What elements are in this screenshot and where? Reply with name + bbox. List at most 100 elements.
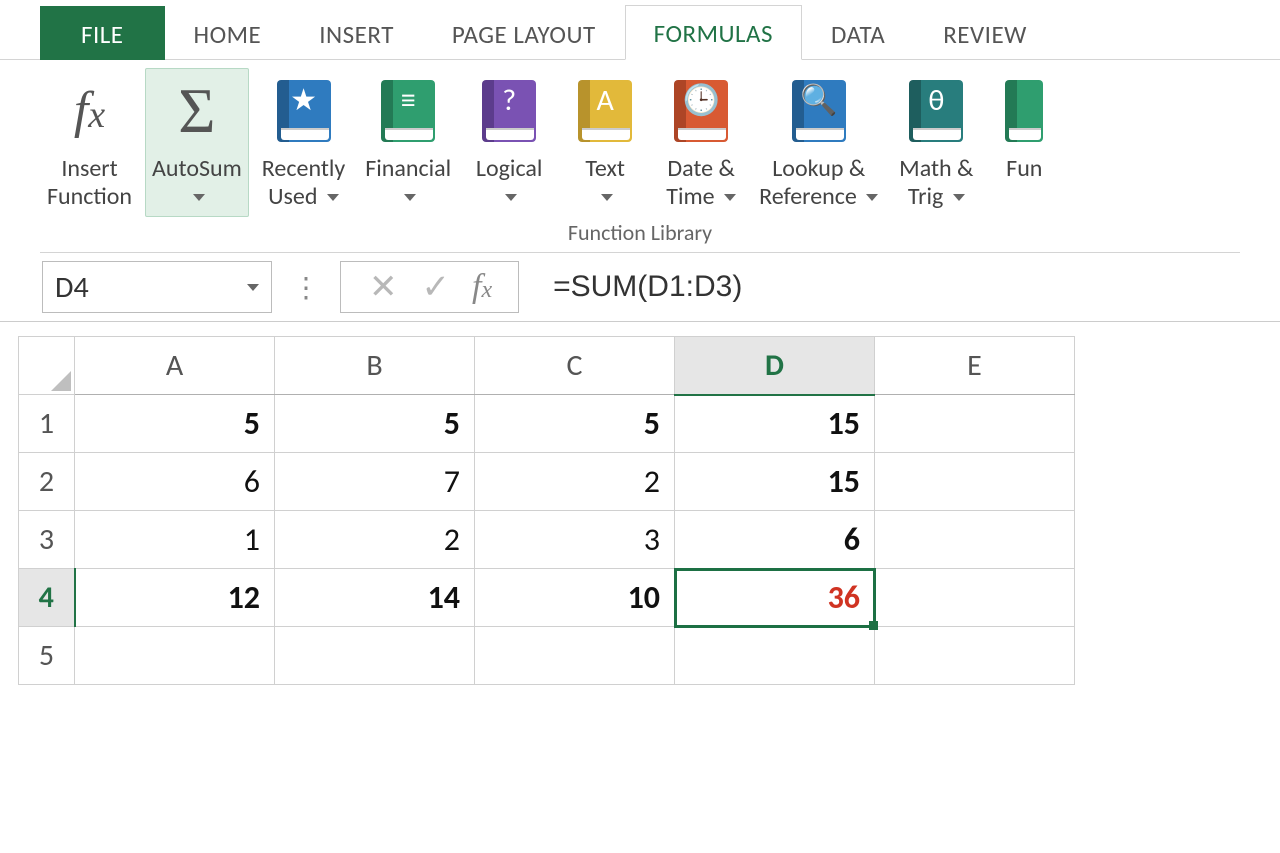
cell-E4[interactable] <box>875 569 1075 627</box>
row-header-3[interactable]: 3 <box>19 511 75 569</box>
ribbon: fx Insert Function Σ AutoSum ★ Recently … <box>0 60 1280 253</box>
cell-E5[interactable] <box>875 627 1075 685</box>
row-1: 1 5 5 5 15 <box>19 395 1075 453</box>
cell-D4[interactable]: 36 <box>675 569 875 627</box>
search-book-icon: 🔍 <box>792 80 846 142</box>
clock-book-icon: 🕒 <box>674 80 728 142</box>
tab-page-layout[interactable]: PAGE LAYOUT <box>423 6 625 60</box>
cell-D3[interactable]: 6 <box>675 511 875 569</box>
cell-D1[interactable]: 15 <box>675 395 875 453</box>
cell-B5[interactable] <box>275 627 475 685</box>
chevron-down-icon <box>327 194 339 201</box>
chevron-down-icon <box>404 194 416 201</box>
autosum-button[interactable]: Σ AutoSum <box>145 68 249 217</box>
row-header-4[interactable]: 4 <box>19 569 75 627</box>
text-button[interactable]: A Text <box>560 68 650 217</box>
formula-input[interactable] <box>537 261 1280 313</box>
tab-insert[interactable]: INSERT <box>290 6 423 60</box>
cell-C1[interactable]: 5 <box>475 395 675 453</box>
math-trig-button[interactable]: θ Math & Trig <box>891 68 981 217</box>
cell-B2[interactable]: 7 <box>275 453 475 511</box>
col-header-D[interactable]: D <box>675 337 875 395</box>
chevron-down-icon <box>953 194 965 201</box>
question-book-icon: ? <box>482 80 536 142</box>
date-time-button[interactable]: 🕒 Date & Time <box>656 68 746 217</box>
tab-formulas[interactable]: FORMULAS <box>625 5 802 60</box>
more-functions-button[interactable]: Fun <box>987 68 1061 190</box>
tab-home[interactable]: HOME <box>165 6 291 60</box>
row-header-1[interactable]: 1 <box>19 395 75 453</box>
cell-A1[interactable]: 5 <box>75 395 275 453</box>
logical-label: Logical <box>476 154 543 183</box>
chevron-down-icon <box>505 194 517 201</box>
chevron-down-icon <box>724 194 736 201</box>
date-time-label: Date & Time <box>666 154 735 211</box>
row-header-2[interactable]: 2 <box>19 453 75 511</box>
column-header-row: A B C D E <box>19 337 1075 395</box>
recently-used-button[interactable]: ★ Recently Used <box>255 68 352 217</box>
enter-icon[interactable]: ✓ <box>410 267 463 308</box>
cell-D5[interactable] <box>675 627 875 685</box>
cell-A5[interactable] <box>75 627 275 685</box>
more-functions-label: Fun <box>1006 154 1042 183</box>
financial-button[interactable]: ≡ Financial <box>358 68 458 217</box>
select-all-corner[interactable] <box>19 337 75 395</box>
cell-C2[interactable]: 2 <box>475 453 675 511</box>
fx-icon: fx <box>74 81 105 141</box>
vertical-dots-icon[interactable]: ⋮ <box>286 270 326 305</box>
cell-C4[interactable]: 10 <box>475 569 675 627</box>
col-header-C[interactable]: C <box>475 337 675 395</box>
fx-icon[interactable]: fx <box>462 268 502 306</box>
formula-bar-row: D4 ⋮ ✕ ✓ fx <box>0 253 1280 322</box>
recently-used-label: Recently Used <box>262 154 345 211</box>
text-label: Text <box>585 154 625 183</box>
cell-C5[interactable] <box>475 627 675 685</box>
lookup-reference-button[interactable]: 🔍 Lookup & Reference <box>752 68 885 217</box>
tab-file[interactable]: FILE <box>40 6 165 60</box>
row-2: 2 6 7 2 15 <box>19 453 1075 511</box>
cell-D2[interactable]: 15 <box>675 453 875 511</box>
cell-C3[interactable]: 3 <box>475 511 675 569</box>
name-box[interactable]: D4 <box>42 261 272 313</box>
insert-function-button[interactable]: fx Insert Function <box>40 68 139 217</box>
cancel-icon[interactable]: ✕ <box>357 267 410 308</box>
chevron-down-icon <box>866 194 878 201</box>
name-box-value: D4 <box>55 269 89 306</box>
theta-book-icon: θ <box>909 80 963 142</box>
chevron-down-icon[interactable] <box>247 284 259 291</box>
ribbon-tabs: FILE HOME INSERT PAGE LAYOUT FORMULAS DA… <box>0 0 1280 60</box>
ribbon-group-title: Function Library <box>40 217 1240 253</box>
letter-a-book-icon: A <box>578 80 632 142</box>
row-3: 3 1 2 3 6 <box>19 511 1075 569</box>
cell-B4[interactable]: 14 <box>275 569 475 627</box>
cell-B1[interactable]: 5 <box>275 395 475 453</box>
math-trig-label: Math & Trig <box>899 154 973 211</box>
chevron-down-icon <box>193 194 205 201</box>
logical-button[interactable]: ? Logical <box>464 68 554 217</box>
cell-E3[interactable] <box>875 511 1075 569</box>
cell-A2[interactable]: 6 <box>75 453 275 511</box>
col-header-A[interactable]: A <box>75 337 275 395</box>
autosum-label: AutoSum <box>152 154 242 183</box>
cell-A3[interactable]: 1 <box>75 511 275 569</box>
row-4: 4 12 14 10 36 <box>19 569 1075 627</box>
col-header-B[interactable]: B <box>275 337 475 395</box>
spreadsheet-grid: A B C D E 1 5 5 5 15 2 6 <box>0 322 1280 685</box>
cell-E1[interactable] <box>875 395 1075 453</box>
col-header-E[interactable]: E <box>875 337 1075 395</box>
financial-label: Financial <box>365 154 451 183</box>
cell-B3[interactable]: 2 <box>275 511 475 569</box>
coins-book-icon: ≡ <box>381 80 435 142</box>
chevron-down-icon <box>601 194 613 201</box>
formula-edit-controls: ✕ ✓ fx <box>340 261 519 313</box>
tab-review[interactable]: REVIEW <box>914 6 1056 60</box>
cell-A4[interactable]: 12 <box>75 569 275 627</box>
star-book-icon: ★ <box>277 80 331 142</box>
cell-E2[interactable] <box>875 453 1075 511</box>
lookup-reference-label: Lookup & Reference <box>759 154 865 211</box>
insert-function-label: Insert Function <box>47 155 132 210</box>
row-header-5[interactable]: 5 <box>19 627 75 685</box>
more-book-icon <box>1005 80 1043 142</box>
tab-data[interactable]: DATA <box>802 6 914 60</box>
excel-window: FILE HOME INSERT PAGE LAYOUT FORMULAS DA… <box>0 0 1280 685</box>
